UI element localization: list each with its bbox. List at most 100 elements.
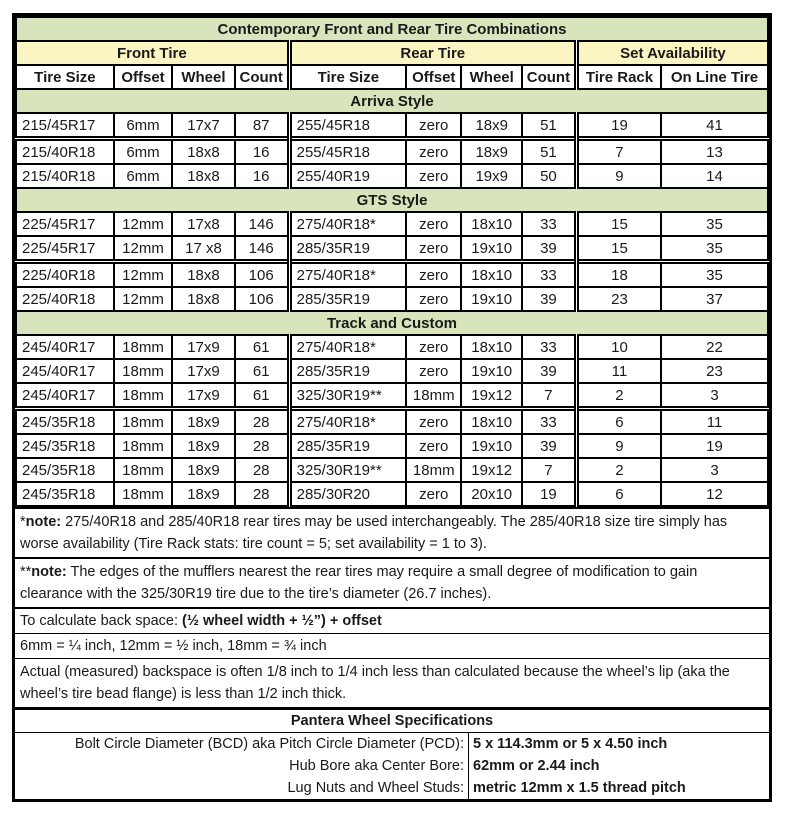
cell-tire-rack: 18 xyxy=(573,259,663,288)
cell-rear-wheel: 19x10 xyxy=(460,235,523,263)
col-front-count: Count xyxy=(233,64,291,90)
table-row: 225/40R18 12mm 18x8 106 285/35R19 zero 19x10 39… xyxy=(15,286,769,312)
cell-front-offset: 6mm xyxy=(112,163,174,189)
cell-rear-tire-size: 285/35R19 xyxy=(286,433,408,459)
cell-front-tire-size: 245/35R18 xyxy=(15,406,115,435)
cell-rear-tire-size: 285/35R19 xyxy=(286,235,408,263)
cell-rear-wheel: 18x9 xyxy=(460,136,523,165)
cell-front-count: 16 xyxy=(233,163,291,189)
cell-rear-wheel: 19x10 xyxy=(460,433,523,459)
col-front-wheel: Wheel xyxy=(171,64,236,90)
col-rear-tire-size: Tire Size xyxy=(286,64,408,90)
cell-front-count: 28 xyxy=(233,433,291,459)
spec-row: Bolt Circle Diameter (BCD) aka Pitch Cir… xyxy=(15,732,769,755)
section-header-row: GTS Style xyxy=(15,187,769,213)
cell-rear-wheel: 18x10 xyxy=(460,259,523,288)
cell-online-tire: 35 xyxy=(660,211,769,237)
table-row: 245/35R18 18mm 18x9 28 325/30R19** 18mm 19x12 7… xyxy=(15,457,769,483)
cell-rear-wheel: 19x12 xyxy=(460,457,523,483)
cell-front-tire-size: 225/40R18 xyxy=(15,286,115,312)
table-row: 225/40R18 12mm 18x8 106 275/40R18* zero 18x10 3… xyxy=(15,259,769,288)
cell-rear-offset: zero xyxy=(405,163,463,189)
cell-rear-tire-size: 275/40R18* xyxy=(286,259,408,288)
cell-online-tire: 22 xyxy=(660,334,769,360)
cell-front-count: 87 xyxy=(233,112,291,140)
cell-front-wheel: 18x9 xyxy=(171,481,236,507)
cell-online-tire: 37 xyxy=(660,286,769,312)
cell-rear-tire-size: 325/30R19** xyxy=(286,382,408,410)
cell-rear-count: 39 xyxy=(520,433,578,459)
cell-rear-tire-size: 275/40R18* xyxy=(286,211,408,237)
cell-rear-count: 51 xyxy=(520,112,578,140)
cell-front-offset: 12mm xyxy=(112,259,174,288)
backspace-label: To calculate back space: xyxy=(20,613,183,629)
column-header-row: Tire Size Offset Wheel Count Tire Size O… xyxy=(15,64,769,90)
cell-rear-tire-size: 325/30R19** xyxy=(286,457,408,483)
cell-front-offset: 12mm xyxy=(112,211,174,237)
cell-tire-rack: 6 xyxy=(573,406,663,435)
cell-front-wheel: 18x9 xyxy=(171,433,236,459)
specs-title: Pantera Wheel Specifications xyxy=(15,707,769,732)
cell-rear-wheel: 19x9 xyxy=(460,163,523,189)
cell-rear-offset: zero xyxy=(405,136,463,165)
cell-front-tire-size: 245/35R18 xyxy=(15,457,115,483)
cell-tire-rack: 9 xyxy=(573,433,663,459)
note1-label: note: xyxy=(25,514,62,530)
cell-front-tire-size: 245/35R18 xyxy=(15,433,115,459)
table-row: 225/45R17 12mm 17 x8 146 285/35R19 zero 19x10 3… xyxy=(15,235,769,263)
cell-rear-count: 33 xyxy=(520,211,578,237)
cell-front-wheel: 17x9 xyxy=(171,382,236,410)
cell-front-tire-size: 215/40R18 xyxy=(15,163,115,189)
group-header-row: Front Tire Rear Tire Set Availability xyxy=(14,40,769,66)
cell-rear-tire-size: 285/30R20 xyxy=(286,481,408,507)
table-row: 245/35R18 18mm 18x9 28 285/30R20 zero 20x10 19 6… xyxy=(15,481,769,507)
cell-front-count: 61 xyxy=(233,382,291,410)
group-front-tire: Front Tire xyxy=(14,40,291,66)
table-row: 245/35R18 18mm 18x9 28 285/35R19 zero 19x10 39 9… xyxy=(15,433,769,459)
cell-front-offset: 18mm xyxy=(112,433,174,459)
cell-rear-tire-size: 285/35R19 xyxy=(286,358,408,384)
cell-rear-wheel: 18x10 xyxy=(460,406,523,435)
group-rear-tire: Rear Tire xyxy=(286,40,578,66)
note-muffler-clearance: **note: The edges of the mufflers neares… xyxy=(15,557,769,607)
cell-online-tire: 11 xyxy=(660,406,769,435)
cell-front-offset: 18mm xyxy=(112,406,174,435)
cell-front-offset: 18mm xyxy=(112,382,174,410)
cell-front-wheel: 17x8 xyxy=(171,211,236,237)
tire-combinations-table: Contemporary Front and Rear Tire Combina… xyxy=(14,16,769,507)
actual-backspace-note: Actual (measured) backspace is often 1/8… xyxy=(15,658,769,707)
cell-online-tire: 35 xyxy=(660,259,769,288)
title-row: Contemporary Front and Rear Tire Combina… xyxy=(15,16,769,42)
cell-front-wheel: 18x8 xyxy=(171,163,236,189)
cell-rear-wheel: 19x10 xyxy=(460,358,523,384)
cell-online-tire: 13 xyxy=(660,136,769,165)
cell-front-count: 28 xyxy=(233,406,291,435)
cell-rear-tire-size: 255/40R19 xyxy=(286,163,408,189)
table-row: 215/40R18 6mm 18x8 16 255/40R19 zero 19x9 50 9 14 xyxy=(15,163,769,189)
col-front-offset: Offset xyxy=(112,64,174,90)
cell-rear-count: 7 xyxy=(520,382,578,410)
cell-front-wheel: 17x9 xyxy=(171,358,236,384)
cell-front-offset: 12mm xyxy=(112,235,174,263)
cell-rear-wheel: 18x10 xyxy=(460,334,523,360)
cell-rear-count: 39 xyxy=(520,358,578,384)
cell-rear-wheel: 20x10 xyxy=(460,481,523,507)
cell-front-wheel: 17x9 xyxy=(171,334,236,360)
cell-front-wheel: 17 x8 xyxy=(171,235,236,263)
cell-rear-tire-size: 285/35R19 xyxy=(286,286,408,312)
cell-front-offset: 6mm xyxy=(112,112,174,140)
section-header-row: Track and Custom xyxy=(15,310,769,336)
cell-front-wheel: 17x7 xyxy=(171,112,236,140)
table-row: 225/45R17 12mm 17x8 146 275/40R18* zero 18x10 3… xyxy=(15,211,769,237)
note1-text: 275/40R18 and 285/40R18 rear tires may b… xyxy=(20,514,728,552)
cell-front-offset: 18mm xyxy=(112,457,174,483)
tire-combinations-sheet: Contemporary Front and Rear Tire Combina… xyxy=(12,13,772,802)
cell-front-tire-size: 245/35R18 xyxy=(15,481,115,507)
cell-front-count: 106 xyxy=(233,259,291,288)
cell-tire-rack: 9 xyxy=(573,163,663,189)
cell-online-tire: 41 xyxy=(660,112,769,140)
cell-rear-count: 33 xyxy=(520,334,578,360)
cell-rear-tire-size: 255/45R18 xyxy=(286,136,408,165)
section-title: Arriva Style xyxy=(15,88,769,114)
cell-rear-tire-size: 275/40R18* xyxy=(286,406,408,435)
